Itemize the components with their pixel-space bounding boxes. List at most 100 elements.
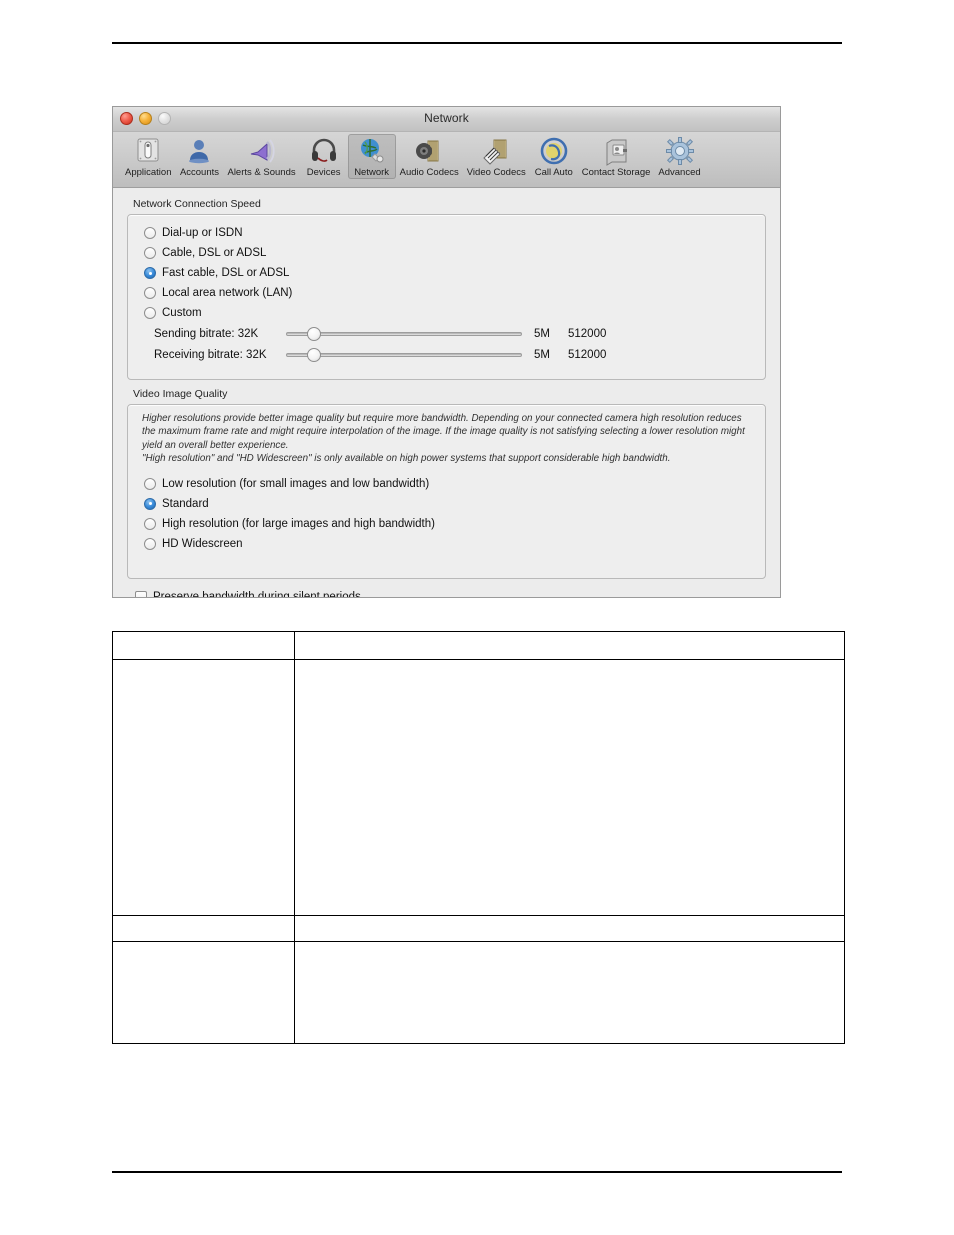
radio-custom[interactable]: Custom: [128, 303, 765, 323]
radio-dial-up-or-isdn[interactable]: Dial-up or ISDN: [128, 223, 765, 243]
preserve-bandwidth-checkbox[interactable]: [135, 591, 147, 597]
radio-label: Custom: [162, 307, 202, 319]
radio-button-icon[interactable]: [144, 537, 156, 550]
call-auto-icon: [540, 137, 568, 165]
receiving-bitrate-slider[interactable]: [286, 347, 522, 363]
table-cell-1: [112, 941, 295, 1044]
table-row: [112, 915, 845, 942]
toolbar-label: Accounts: [179, 167, 220, 178]
toolbar-item-audio-codecs[interactable]: Audio Codecs: [396, 134, 463, 179]
network-preferences-window: Network Application Accounts Alerts & So…: [112, 106, 781, 598]
audio-codecs-icon: [416, 140, 439, 162]
toolbar-item-video-codecs[interactable]: Video Codecs: [463, 134, 530, 179]
table-header-row: [112, 631, 845, 660]
sending-bitrate-row: Sending bitrate: 32K 5M 512000: [128, 324, 765, 344]
radio-label: Standard: [162, 497, 209, 510]
toolbar-item-application[interactable]: Application: [121, 134, 175, 179]
table-row: [112, 659, 845, 916]
radio-button-icon[interactable]: [144, 307, 156, 319]
radio-button-icon[interactable]: [144, 287, 156, 299]
toolbar-label: Contact Storage: [581, 167, 651, 178]
radio-hd-widescreen[interactable]: HD Widescreen: [128, 534, 765, 554]
toolbar-label: Video Codecs: [466, 167, 526, 178]
receiving-bitrate-value: 512000: [568, 349, 607, 361]
radio-label: Cable, DSL or ADSL: [162, 247, 267, 259]
radio-button-icon[interactable]: [144, 477, 156, 490]
sending-bitrate-slider[interactable]: [286, 326, 522, 342]
radio-high-resolution[interactable]: High resolution (for large images and hi…: [128, 514, 765, 534]
toolbar-item-network[interactable]: Network: [347, 134, 396, 179]
radio-standard[interactable]: Standard: [128, 494, 765, 514]
toolbar-label: Alerts & Sounds: [227, 167, 296, 178]
toolbar-item-advanced[interactable]: Advanced: [654, 134, 704, 179]
table-cell-2: [294, 941, 845, 1044]
video-codecs-icon: [483, 139, 507, 165]
toolbar-label: Application: [125, 167, 172, 178]
window-title: Network: [424, 111, 469, 125]
devices-icon: [311, 138, 336, 162]
radio-button-icon[interactable]: [144, 227, 156, 239]
radio-button-icon[interactable]: [144, 267, 156, 279]
contact-storage-icon: [606, 139, 628, 166]
radio-fast-cable-dsl-or-adsl[interactable]: Fast cable, DSL or ADSL: [128, 263, 765, 283]
table-header-cell-1: [112, 631, 295, 660]
toolbar-label: Call Auto: [534, 167, 573, 178]
radio-button-icon[interactable]: [144, 247, 156, 259]
sending-bitrate-label: Sending bitrate: 32K: [154, 328, 259, 340]
radio-label: High resolution (for large images and hi…: [162, 517, 435, 530]
radio-label: Local area network (LAN): [162, 287, 293, 299]
page-footer-rule: [112, 1171, 842, 1173]
video-quality-info-text: Higher resolutions provide better image …: [142, 412, 751, 466]
preserve-bandwidth-label: Preserve bandwidth during silent periods: [153, 591, 361, 598]
video-quality-groupbox: Higher resolutions provide better image …: [127, 404, 766, 579]
table-cell-1: [112, 659, 295, 916]
toolbar-item-call-auto[interactable]: Call Auto: [530, 134, 578, 179]
toolbar-label: Advanced: [658, 167, 701, 178]
toolbar-label: Devices: [306, 167, 341, 178]
document-table: [112, 631, 845, 1044]
radio-low-resolution[interactable]: Low resolution (for small images and low…: [128, 474, 765, 494]
toolbar-label: Network: [354, 167, 390, 178]
radio-button-icon[interactable]: [144, 497, 156, 510]
network-icon: [360, 139, 384, 163]
preserve-bandwidth-row[interactable]: Preserve bandwidth during silent periods: [127, 591, 766, 598]
table-row: [112, 941, 845, 1044]
video-quality-info-line-2: "High resolution" and "HD Widescreen" is…: [142, 453, 671, 465]
alerts-sounds-icon: [250, 139, 275, 163]
sending-bitrate-value: 512000: [568, 328, 607, 340]
radio-label: Dial-up or ISDN: [162, 227, 243, 239]
receiving-bitrate-label: Receiving bitrate: 32K: [154, 349, 267, 361]
table-cell-2: [294, 659, 845, 916]
table-cell-1: [112, 915, 295, 942]
slider-track: [286, 353, 522, 357]
receiving-bitrate-row: Receiving bitrate: 32K 5M 512000: [128, 345, 765, 365]
preferences-toolbar: Application Accounts Alerts & Sounds Dev…: [113, 132, 780, 188]
toolbar-item-contact-storage[interactable]: Contact Storage: [578, 134, 655, 179]
radio-local-area-network[interactable]: Local area network (LAN): [128, 283, 765, 303]
page-header-rule: [112, 42, 842, 44]
accounts-icon: [189, 140, 210, 164]
window-titlebar[interactable]: Network: [113, 107, 780, 132]
toolbar-item-devices[interactable]: Devices: [300, 134, 348, 179]
slider-thumb[interactable]: [307, 327, 322, 341]
radio-cable-dsl-or-adsl[interactable]: Cable, DSL or ADSL: [128, 243, 765, 263]
network-speed-groupbox: Dial-up or ISDN Cable, DSL or ADSL Fast …: [127, 214, 766, 380]
radio-button-icon[interactable]: [144, 517, 156, 530]
radio-label: Fast cable, DSL or ADSL: [162, 267, 290, 279]
toolbar-item-accounts[interactable]: Accounts: [175, 134, 223, 179]
radio-label: HD Widescreen: [162, 537, 243, 550]
sending-bitrate-max-label: 5M: [534, 328, 550, 340]
receiving-bitrate-max-label: 5M: [534, 349, 550, 361]
slider-track: [286, 332, 522, 336]
table-cell-2: [294, 915, 845, 942]
network-speed-group-title: Network Connection Speed: [133, 198, 261, 210]
table-header-cell-2: [294, 631, 845, 660]
toolbar-item-alerts-sounds[interactable]: Alerts & Sounds: [223, 134, 299, 179]
preferences-content: Network Connection Speed Dial-up or ISDN…: [113, 188, 780, 598]
advanced-icon: [665, 137, 694, 165]
slider-thumb[interactable]: [307, 348, 322, 362]
video-quality-info-line-1: Higher resolutions provide better image …: [142, 413, 745, 451]
toolbar-label: Audio Codecs: [399, 167, 459, 178]
video-quality-group-title: Video Image Quality: [133, 388, 228, 400]
radio-label: Low resolution (for small images and low…: [162, 477, 430, 490]
